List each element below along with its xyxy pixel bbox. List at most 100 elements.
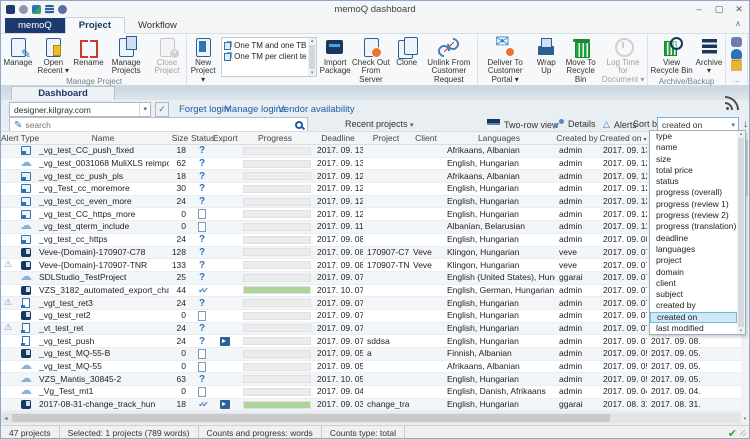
unlink-from-customer-request-button[interactable]: Unlink From Customer Request: [422, 35, 476, 85]
sort-option-project[interactable]: project: [650, 255, 737, 266]
table-row[interactable]: VZS_3182_automated_export_change_t...44✔…: [1, 285, 741, 298]
quick-access-icon-2[interactable]: [19, 5, 28, 14]
sort-option-last-modified[interactable]: last modified: [650, 323, 737, 334]
scroll-left-icon[interactable]: ◂: [1, 415, 11, 422]
tab-project[interactable]: Project: [65, 17, 125, 34]
scroll-up-icon[interactable]: ▴: [740, 131, 743, 137]
search-icon[interactable]: [295, 121, 303, 129]
table-row[interactable]: _vg_test_cc_https24?2017. 09. 08.English…: [1, 234, 741, 247]
template-item[interactable]: One TM and one TB per ...: [224, 40, 307, 51]
table-row[interactable]: _Vg_Test_mt102017. 09. 04.English, Danis…: [1, 386, 741, 399]
manage-logins-link[interactable]: Manage logins: [224, 102, 286, 117]
sort-option-domain[interactable]: domain: [650, 267, 737, 278]
header-project[interactable]: Project: [363, 133, 409, 143]
table-row[interactable]: SDLStudio_TestProject25?2017. 09. 07.Eng…: [1, 272, 741, 285]
quick-access-icon-3[interactable]: [32, 5, 41, 14]
header-client[interactable]: Client: [409, 133, 443, 143]
table-row[interactable]: ⚠_vgt_test_ret324?2017. 09. 07.English, …: [1, 297, 741, 310]
project-template-list[interactable]: One TM and one TB per ...One TM per clie…: [221, 37, 317, 77]
tab-dashboard[interactable]: Dashboard: [11, 86, 115, 100]
details-toggle[interactable]: Details: [554, 119, 596, 129]
header-name[interactable]: Name: [37, 133, 169, 143]
collapse-ribbon-icon[interactable]: ∧: [735, 19, 741, 28]
header-languages[interactable]: Languages: [443, 133, 555, 143]
header-created-by[interactable]: Created by: [555, 133, 599, 143]
open-recent-button[interactable]: Open Recent ▾: [33, 35, 74, 77]
table-row[interactable]: 2017-08-31-change_track_hun18✔✔2017. 09.…: [1, 399, 741, 412]
manage-projects-button[interactable]: Manage Projects: [104, 35, 149, 77]
check-out-from-server-button[interactable]: Check Out From Server: [350, 35, 392, 85]
archive-button[interactable]: Archive ▾: [694, 35, 724, 77]
quick-access-icon-4[interactable]: [45, 5, 54, 14]
move-to-recycle-bin-button[interactable]: Move To Recycle Bin: [561, 35, 600, 85]
scroll-thumb[interactable]: [12, 414, 610, 422]
table-row[interactable]: VZS_Mantis_30845-263?2017. 10. 05.Englis…: [1, 373, 741, 386]
table-row[interactable]: _vg_test_CC_https_more02017. 09. 12.Engl…: [1, 208, 741, 221]
header-progress[interactable]: Progress: [237, 133, 313, 143]
alerts-toggle[interactable]: △ Alerts: [603, 119, 637, 130]
sort-option-subject[interactable]: subject: [650, 289, 737, 300]
table-row[interactable]: ⚠_vt_test_ret24?2017. 09. 07.English, Hu…: [1, 323, 741, 336]
resize-grip[interactable]: [740, 430, 746, 436]
template-item[interactable]: One TM per client template: [224, 51, 307, 62]
sort-option-total-price[interactable]: total price: [650, 165, 737, 176]
chevron-down-icon[interactable]: ▾: [139, 103, 150, 116]
view-recycle-bin-button[interactable]: View Recycle Bin: [649, 35, 694, 77]
table-row[interactable]: Veve-{Domain}-170907-C78128?2017. 09. 08…: [1, 247, 741, 260]
table-row[interactable]: _vg_test_push24?2017. 09. 07.sddsaEnglis…: [1, 335, 741, 348]
scroll-down-icon[interactable]: ▾: [744, 415, 747, 423]
dropdown-scrollbar[interactable]: ▴ ▾: [737, 131, 745, 334]
scroll-down-icon[interactable]: ▾: [740, 328, 743, 334]
header-created-on[interactable]: Created on▾: [599, 133, 647, 143]
overflow-icon-3[interactable]: [731, 61, 742, 71]
tab-workflow[interactable]: Workflow: [125, 18, 190, 33]
sort-option-languages[interactable]: languages: [650, 244, 737, 255]
minimize-icon[interactable]: –: [689, 1, 709, 18]
quick-access-icon-1[interactable]: [6, 5, 15, 14]
forget-login-link[interactable]: Forget login: [179, 102, 229, 117]
rename-button[interactable]: Rename: [74, 35, 104, 68]
table-row[interactable]: _vg_test_cc_push_pls18?2017. 09. 12.Afri…: [1, 170, 741, 183]
overflow-icon-2[interactable]: [731, 49, 742, 59]
manage-button[interactable]: Manage: [3, 35, 33, 68]
recent-projects-dropdown[interactable]: Recent projects ▾: [345, 119, 414, 129]
header-deadline[interactable]: Deadline: [313, 133, 363, 143]
sort-option-client[interactable]: client: [650, 278, 737, 289]
sort-option-deadline[interactable]: deadline: [650, 233, 737, 244]
server-combobox[interactable]: designer.kilgray.com ▾: [9, 102, 151, 117]
vendor-availability-link[interactable]: Vendor availability: [278, 102, 355, 117]
sort-option-type[interactable]: type: [650, 131, 737, 142]
sort-option-created-on[interactable]: created on: [650, 312, 737, 323]
table-row[interactable]: ⚠Veve-{Domain}-170907-TNR133?2017. 09. 0…: [1, 259, 741, 272]
sort-option-status[interactable]: status: [650, 176, 737, 187]
tab-memoq[interactable]: memoQ: [5, 18, 65, 33]
sort-option-progress-translation[interactable]: progress (translation): [650, 221, 737, 232]
two-row-view-toggle[interactable]: Two-row view: [487, 119, 559, 130]
sort-option-name[interactable]: name: [650, 142, 737, 153]
header-status[interactable]: Status: [191, 133, 213, 143]
wrap-up-button[interactable]: Wrap Up: [531, 35, 561, 77]
table-row[interactable]: _vg_test_cc_even_more24?2017. 09. 12.Eng…: [1, 196, 741, 209]
overflow-icon-1[interactable]: [731, 37, 742, 47]
maximize-icon[interactable]: ▢: [709, 1, 729, 18]
table-row[interactable]: _vg_test_ret202017. 09. 07.English, Hung…: [1, 310, 741, 323]
new-project-button[interactable]: New Project ▾: [188, 35, 218, 85]
connect-server-button[interactable]: ✓: [155, 102, 169, 117]
table-row[interactable]: _vg_test_qterm_include02017. 09. 11.Alba…: [1, 221, 741, 234]
template-list-scrollbar[interactable]: ▴▾: [308, 38, 316, 76]
import-package-button[interactable]: Import Package: [320, 35, 350, 77]
table-row[interactable]: _vg_test_CC_push_fixed18?2017. 09. 13.Af…: [1, 145, 741, 158]
quick-access-icon-5[interactable]: [58, 5, 67, 14]
header-alert-type[interactable]: Alert Type: [1, 133, 37, 143]
close-icon[interactable]: ✕: [729, 1, 749, 18]
table-row[interactable]: _vg_test_0031068 MuliXLS reimport fails6…: [1, 158, 741, 171]
header-export[interactable]: Export: [213, 133, 237, 143]
clone-button[interactable]: Clone: [392, 35, 422, 68]
deliver-to-customer-portal-button[interactable]: Deliver To Customer Portal ▾: [479, 35, 531, 85]
sort-option-progress-review-2[interactable]: progress (review 2): [650, 210, 737, 221]
table-row[interactable]: _vg_Test_cc_moremore30?2017. 09. 12.Engl…: [1, 183, 741, 196]
sort-option-created-by[interactable]: created by: [650, 300, 737, 311]
table-row[interactable]: _vg_test_MQ-5502017. 09. 05.Afrikaans, A…: [1, 361, 741, 374]
horizontal-scrollbar[interactable]: ◂ ▸: [1, 413, 749, 423]
search-input[interactable]: [25, 120, 292, 130]
